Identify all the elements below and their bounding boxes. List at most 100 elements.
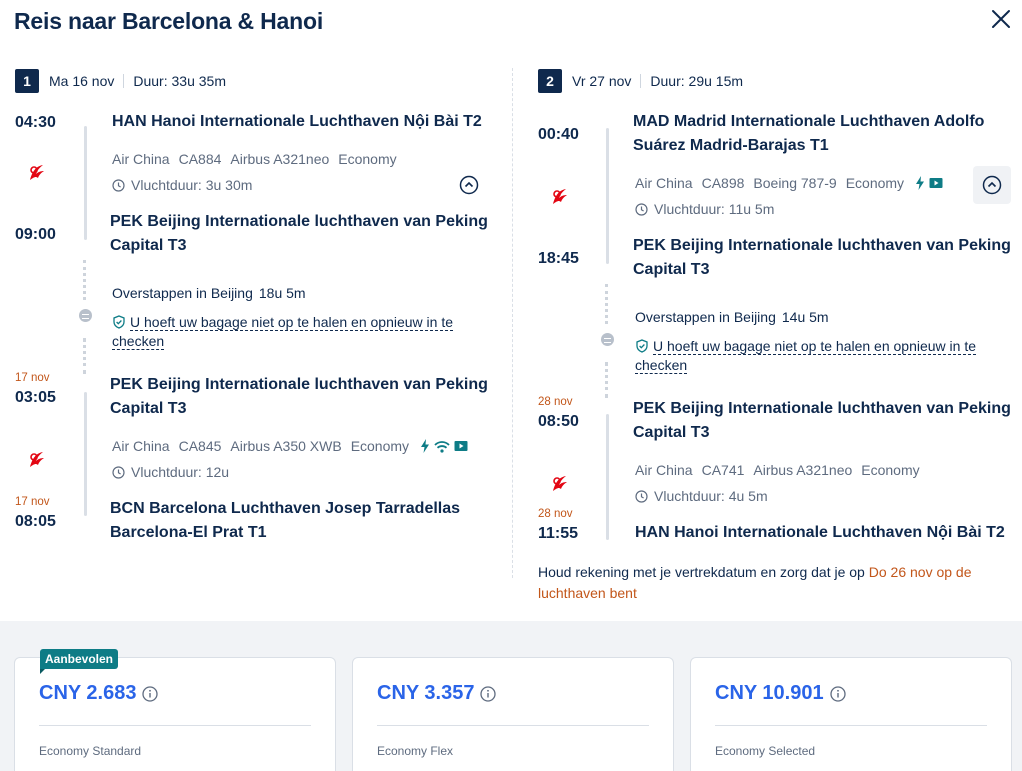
airline-name: Air China [635,462,693,478]
transfer-label: Overstappen in Beijing [112,285,253,301]
baggage-text-line1: U hoeft uw bagage niet op te halen en op… [130,314,454,331]
fare-card-economy-standard[interactable]: Aanbevolen CNY 2.683 Economy Standard [14,649,336,771]
timeline-line [606,128,609,264]
flight-info: Air China CA845 Airbus A350 XWB Economy [112,438,481,454]
departure-date: 28 nov [538,396,573,408]
air-china-logo [30,165,44,180]
leg-1-header: 1 Ma 16 nov Duur: 33u 35m [15,69,226,93]
fare-price-text: CNY 10.901 [715,682,824,704]
flight-duration-text: Vluchtduur: 12u [131,464,230,480]
transfer-duration: 18u 5m [258,285,306,301]
departure-time: 03:05 [15,389,56,406]
clock-icon [635,202,648,216]
entertainment-icon [454,441,468,451]
separator [640,74,642,88]
shield-check-icon [636,339,648,353]
air-china-logo [30,452,44,467]
divider [715,725,987,726]
recommended-badge: Aanbevolen [40,649,119,674]
flight-duration-text: Vluchtduur: 11u 5m [654,201,775,217]
arrival-date: 17 nov [15,496,50,508]
arrival-airport-line2: Barcelona-El Prat T1 [110,524,267,541]
entertainment-icon [929,178,943,188]
transfer-info: Overstappen in Beijing 18u 5m [112,285,306,301]
arrival-time: 09:00 [15,226,56,243]
arrival-airport-line2: Capital T3 [633,261,710,278]
transfer-dots [83,260,86,300]
departure-airport: PEK Beijing Internationale luchthaven va… [110,373,488,421]
baggage-text-line1: U hoeft uw bagage niet op te halen en op… [653,338,977,355]
flight-duration-text: Vluchtduur: 3u 30m [131,177,253,193]
arrival-airport-line1: PEK Beijing Internationale luchthaven va… [633,237,1011,254]
baggage-notice[interactable]: U hoeft uw bagage niet op te halen en op… [112,313,454,351]
fare-name: Economy Flex [377,744,454,758]
collapse-details-button[interactable] [459,175,479,195]
cabin-class: Economy [845,175,905,191]
departure-time: 08:50 [538,413,579,430]
departure-airport-line1: PEK Beijing Internationale luchthaven va… [633,400,1011,417]
flight-duration: Vluchtduur: 11u 5m [635,201,774,217]
leg-date: Vr 27 nov [572,73,632,89]
baggage-text-line2: checken [635,357,688,374]
amenities [915,176,947,190]
arrival-time: 11:55 [538,525,579,542]
arrival-airport: HAN Hanoi Internationale Luchthaven Nội … [635,524,1005,541]
leg-2-header: 2 Vr 27 nov Duur: 29u 15m [538,69,743,93]
chevron-up-circle-icon [459,175,479,195]
leg-number: 2 [538,69,562,93]
arrival-airport: PEK Beijing Internationale luchthaven va… [633,234,1011,282]
fare-price-text: CNY 3.357 [377,682,475,704]
collapse-details-button[interactable] [973,166,1011,204]
leg-number: 1 [15,69,39,93]
clock-icon [112,178,125,192]
flight-duration: Vluchtduur: 4u 5m [635,488,768,504]
cabin-class: Economy [350,438,410,454]
flight-info: Air China CA898 Boeing 787-9 Economy [635,175,956,191]
close-button[interactable] [988,6,1014,32]
fare-options: Aanbevolen CNY 2.683 Economy Standard CN… [0,621,1022,771]
amenities [420,439,472,453]
clock-icon [635,489,648,503]
departure-airport: MAD Madrid Internationale Luchthaven Ado… [633,110,984,158]
leg-date: Ma 16 nov [49,73,115,89]
airline-name: Air China [635,175,693,191]
airline-name: Air China [112,438,170,454]
aircraft-type: Airbus A350 XWB [230,438,342,454]
fare-card-economy-selected[interactable]: CNY 10.901 Economy Selected [690,657,1012,771]
page-title: Reis naar Barcelona & Hanoi [14,8,324,34]
fare-price: CNY 2.683 [39,682,159,705]
air-china-logo [553,189,567,204]
fare-card-economy-flex[interactable]: CNY 3.357 Economy Flex [352,657,674,771]
departure-date: 17 nov [15,372,50,384]
arrival-airport-line1: BCN Barcelona Luchthaven Josep Tarradell… [110,500,461,517]
power-icon [421,439,430,453]
fare-name: Economy Selected [715,744,816,758]
timeline-line [606,414,609,540]
fare-price: CNY 3.357 [377,682,497,705]
clock-icon [112,465,125,479]
leg-duration: Duur: 33u 35m [133,73,226,89]
departure-date-note: Houd rekening met je vertrekdatum en zor… [538,562,998,604]
arrival-airport: PEK Beijing Internationale luchthaven va… [110,210,488,258]
baggage-text-line2: checken [112,333,165,350]
aircraft-type: Airbus A321neo [753,462,853,478]
chevron-up-circle-icon [982,175,1002,195]
arrival-time: 18:45 [538,250,579,267]
departure-airport-line1: MAD Madrid Internationale Luchthaven Ado… [633,113,985,130]
info-icon[interactable] [480,685,497,702]
flight-info: Air China CA741 Airbus A321neo Economy [635,462,929,478]
arrival-time: 08:05 [15,513,56,530]
timeline-line [84,126,87,240]
baggage-notice[interactable]: U hoeft uw bagage niet op te halen en op… [635,337,977,375]
transfer-dots [605,284,608,324]
aircraft-type: Airbus A321neo [230,151,330,167]
departure-time: 00:40 [538,126,579,143]
transfer-icon [79,309,92,322]
info-icon[interactable] [142,685,159,702]
info-icon[interactable] [829,685,846,702]
arrival-airport-line1: PEK Beijing Internationale luchthaven va… [110,213,488,230]
fare-price-text: CNY 2.683 [39,682,137,704]
wifi-icon [434,440,450,453]
close-icon [992,10,1010,28]
departure-airport-line2: Capital T3 [633,424,710,441]
